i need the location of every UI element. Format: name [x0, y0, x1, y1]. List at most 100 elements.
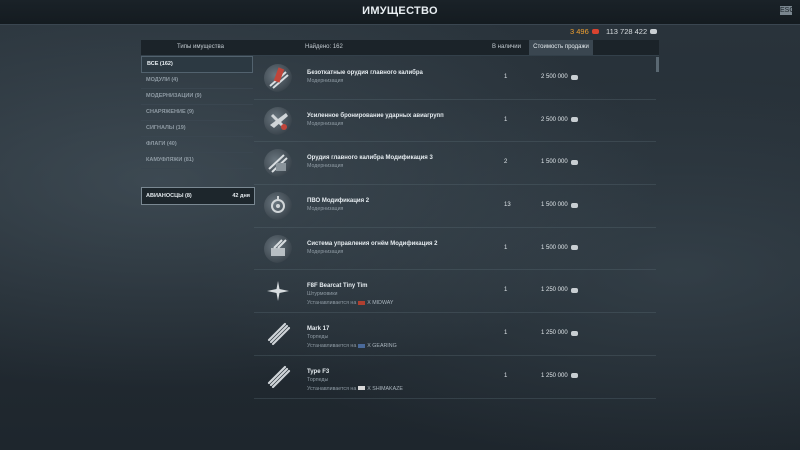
category-modules[interactable]: МОДУЛИ (4)	[141, 73, 253, 89]
item-qty: 2	[504, 159, 508, 166]
item-list: Безоткатные орудия главного калибра Моде…	[254, 57, 656, 399]
flag-icon	[358, 301, 366, 306]
item-price: 1 500 000	[541, 159, 578, 165]
price-value: 2 500 000	[541, 74, 568, 80]
flag-icon	[358, 386, 366, 391]
doubloons-balance: 3 496	[570, 27, 599, 36]
category-flags[interactable]: ФЛАГИ (40)	[141, 137, 253, 153]
item-type: Модернизация	[307, 163, 344, 170]
item-name: Усиленное бронирование ударных авиагрупп	[307, 112, 444, 119]
item-name: ПВО Модификация 2	[307, 198, 370, 205]
list-item[interactable]: Орудия главного калибра Модификация 3 Мо…	[254, 142, 656, 186]
price-value: 1 250 000	[541, 287, 568, 294]
price-value: 1 250 000	[541, 330, 568, 337]
guns-icon	[264, 149, 292, 178]
category-upgrades[interactable]: МОДЕРНИЗАЦИИ (9)	[141, 89, 253, 105]
item-price: 1 250 000	[541, 373, 578, 379]
title-bar: ИМУЩЕСТВО ESC	[0, 0, 800, 25]
category-camouflages[interactable]: КАМУФЛЯЖИ (81)	[141, 153, 253, 169]
found-count: Найдено: 162	[305, 44, 343, 50]
plane-icon	[264, 277, 292, 305]
item-type: Штурмовики	[307, 291, 338, 298]
installed-on: Устанавливается на X SHIMAKAZE	[307, 386, 403, 392]
item-qty: 1	[504, 74, 508, 80]
item-name: Безоткатные орудия главного калибра	[307, 70, 423, 76]
carriers-label: АВИАНОСЦЫ (8)	[146, 193, 192, 199]
item-type: Модернизация	[307, 78, 344, 84]
list-item[interactable]: Усиленное бронирование ударных авиагрупп…	[254, 100, 656, 143]
credit-icon	[570, 74, 578, 80]
category-consumables[interactable]: СНАРЯЖЕНИЕ (9)	[141, 105, 253, 121]
item-type: Модернизация	[307, 248, 344, 255]
ship-name[interactable]: X MIDWAY	[367, 300, 393, 306]
list-item[interactable]: F8F Bearcat Tiny Tim Штурмовики Устанавл…	[254, 270, 656, 314]
item-type: Модернизация	[307, 206, 344, 213]
table-header: Типы имущества Найдено: 162 В наличии Ст…	[141, 40, 659, 56]
item-name: F8F Bearcat Tiny Tim	[307, 283, 368, 290]
price-value: 1 500 000	[541, 244, 568, 251]
torpedo-icon	[264, 320, 292, 348]
list-item[interactable]: Type F3 Торпеды Устанавливается на X SHIM…	[254, 356, 656, 399]
esc-close-button[interactable]: ESC	[780, 6, 794, 15]
installed-label: Устанавливается на	[307, 300, 357, 307]
item-type: Торпеды	[307, 376, 329, 383]
credit-icon	[570, 117, 578, 123]
flag-icon	[358, 343, 366, 348]
installed-on: Устанавливается на X GEARING	[307, 343, 397, 349]
guns-icon	[264, 64, 292, 92]
category-all[interactable]: ВСЕ (162)	[141, 56, 253, 73]
sale-price-header[interactable]: Стоимость продажи	[529, 40, 593, 55]
item-name: Система управления огнём Модификация 2	[307, 240, 438, 247]
available-header[interactable]: В наличии	[492, 44, 521, 50]
torpedo-icon	[264, 363, 292, 391]
credit-icon	[570, 245, 578, 251]
price-value: 2 500 000	[541, 116, 568, 123]
item-name: Mark 17	[307, 326, 330, 333]
price-value: 1 500 000	[541, 159, 568, 166]
list-item[interactable]: Система управления огнём Модификация 2 М…	[254, 228, 656, 271]
item-price: 1 250 000	[541, 287, 578, 293]
price-value: 1 500 000	[541, 202, 568, 209]
carriers-filter[interactable]: АВИАНОСЦЫ (8) 42 дня	[141, 187, 255, 205]
item-qty: 1	[504, 116, 508, 123]
price-value: 1 250 000	[541, 372, 568, 379]
list-item[interactable]: ПВО Модификация 2 Модернизация 13 1 500 …	[254, 185, 656, 228]
scrollbar[interactable]	[656, 57, 659, 72]
installed-label: Устанавливается на	[307, 343, 357, 350]
category-list: ВСЕ (162) МОДУЛИ (4) МОДЕРНИЗАЦИИ (9) СН…	[141, 56, 253, 169]
credit-icon	[570, 287, 578, 293]
item-type: Модернизация	[307, 120, 344, 127]
window-title: ИМУЩЕСТВО	[362, 5, 438, 17]
doubloons-value: 3 496	[570, 27, 589, 36]
item-qty: 1	[504, 372, 508, 379]
aa-icon	[264, 192, 292, 221]
credits-value: 113 728 422	[606, 27, 648, 36]
credit-icon	[570, 159, 578, 165]
list-item[interactable]: Безоткатные орудия главного калибра Моде…	[254, 57, 656, 100]
item-price: 1 500 000	[541, 245, 578, 251]
aircraft-armor-icon	[264, 106, 292, 135]
credit-icon	[570, 330, 578, 336]
credit-icon	[570, 373, 578, 379]
installed-label: Устанавливается на	[307, 385, 357, 392]
item-name: Орудия главного калибра Модификация 3	[307, 155, 433, 162]
item-qty: 13	[504, 202, 511, 209]
item-name: Type F3	[307, 368, 330, 375]
doubloon-icon	[591, 29, 599, 34]
types-header: Типы имущества	[177, 44, 224, 50]
credits-balance: 113 728 422	[606, 27, 658, 36]
item-qty: 1	[504, 287, 508, 294]
item-price: 2 500 000	[541, 74, 578, 80]
credit-icon	[650, 29, 658, 34]
list-item[interactable]: Mark 17 Торпеды Устанавливается на X GEAR…	[254, 313, 656, 356]
item-qty: 1	[504, 330, 508, 337]
carriers-days: 42 дня	[232, 193, 250, 199]
item-qty: 1	[504, 244, 508, 251]
category-signals[interactable]: СИГНАЛЫ (19)	[141, 121, 253, 137]
ship-name[interactable]: X GEARING	[367, 343, 396, 349]
installed-on: Устанавливается на X MIDWAY	[307, 300, 393, 306]
item-price: 1 500 000	[541, 202, 578, 208]
item-type: Торпеды	[307, 334, 329, 341]
ship-name[interactable]: X SHIMAKAZE	[367, 386, 403, 392]
item-price: 1 250 000	[541, 330, 578, 336]
